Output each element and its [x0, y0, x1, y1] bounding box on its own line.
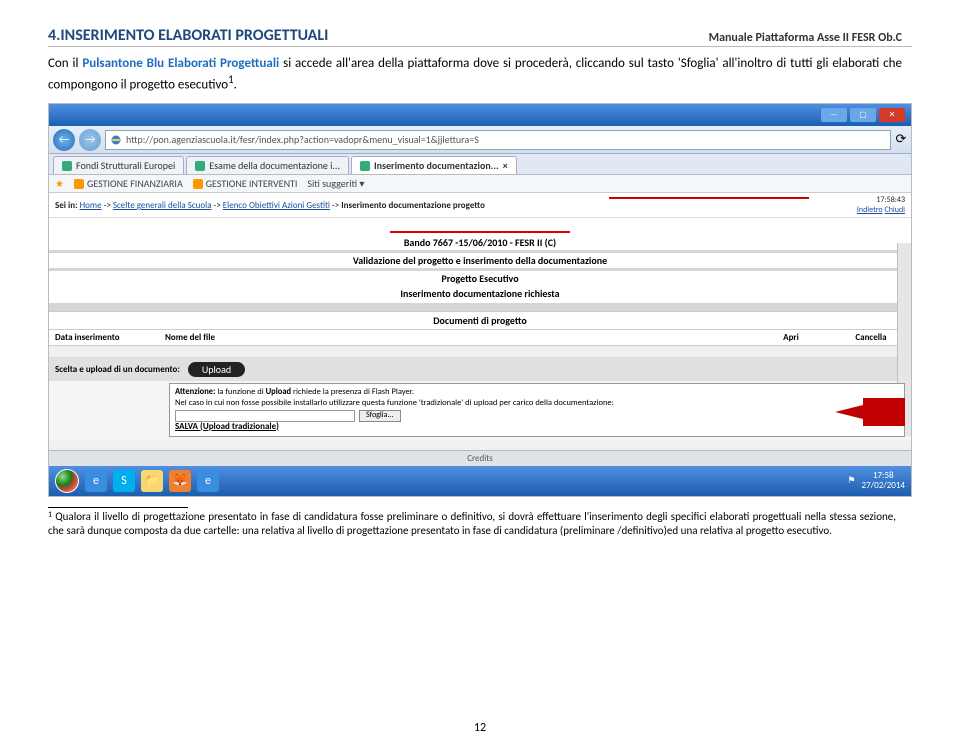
upload-button[interactable]: Upload	[188, 362, 245, 377]
link-indietro[interactable]: Indietro	[857, 205, 883, 215]
arrow-annotation-icon	[830, 398, 910, 426]
forward-button[interactable]: →	[79, 129, 101, 151]
credits-bar: Credits	[49, 450, 911, 466]
start-button[interactable]	[55, 469, 79, 493]
favicon-icon	[195, 161, 205, 171]
tab-label: Esame della documentazione i...	[209, 159, 340, 172]
favicon-icon	[74, 179, 84, 189]
bc-prefix: Sei in:	[55, 200, 78, 211]
footnote: 1 Qualora il livello di progettazione pr…	[48, 510, 896, 539]
windows-taskbar: e S 📁 🦊 e ⚑ 17:58 27/02/2014	[49, 466, 911, 496]
window-titlebar: — ▢ ✕	[49, 104, 911, 126]
bc-scelte[interactable]: Scelte generali della Scuola	[113, 200, 212, 211]
footnote-separator	[48, 507, 188, 508]
upload-label: Scelta e upload di un documento:	[55, 364, 180, 375]
tab-close-icon[interactable]: ×	[503, 159, 508, 172]
screenshot-window: — ▢ ✕ ← → http://pon.agenziascuola.it/fe…	[48, 103, 912, 496]
header-block: Bando 7667 -15/06/2010 - FESR II (C) Val…	[49, 218, 911, 303]
taskbar-explorer-icon[interactable]: 📁	[141, 470, 163, 492]
documents-columns: Data inserimento Nome del file Apri Canc…	[49, 330, 911, 346]
warning-box: Attenzione: la funzione di Upload richie…	[169, 383, 905, 436]
favorites-bar: ★ GESTIONE FINANZIARIA GESTIONE INTERVEN…	[49, 175, 911, 193]
clock-date: 27/02/2014	[862, 481, 905, 491]
tray-flag-icon[interactable]: ⚑	[847, 476, 855, 486]
fav-label: GESTIONE INTERVENTI	[206, 177, 298, 190]
page-number: 12	[0, 721, 960, 735]
txt: la funzione di	[217, 387, 265, 397]
col-apri: Apri	[751, 330, 831, 345]
ie-icon	[110, 134, 122, 146]
col-data: Data inserimento	[49, 330, 159, 345]
fav-toggle-icon[interactable]: ★	[55, 177, 64, 190]
upload-row: Scelta e upload di un documento: Upload	[49, 358, 911, 381]
inserimento-title: Inserimento documentazione richiesta	[49, 286, 911, 301]
taskbar-firefox-icon[interactable]: 🦊	[169, 470, 191, 492]
tab-label: Inserimento documentazion...	[374, 159, 499, 172]
elaborati-label: Elaborati Progettuali	[168, 56, 279, 71]
pulsantone-blu: Pulsantone Blu	[82, 56, 164, 71]
page-content: Sei in: Home-> Scelte generali della Scu…	[49, 193, 911, 465]
documents-header: Documenti di progetto	[49, 311, 911, 330]
txt: Con il	[48, 56, 82, 71]
footnote-text: Qualora il livello di progettazione pres…	[48, 510, 896, 537]
server-time: 17:58:43	[876, 195, 905, 205]
taskbar-ie-icon[interactable]: e	[85, 470, 107, 492]
window-close-button[interactable]: ✕	[879, 108, 905, 122]
bando-title: Bando 7667 -15/06/2010 - FESR II (C)	[49, 235, 911, 250]
address-bar[interactable]: http://pon.agenziascuola.it/fesr/index.p…	[105, 130, 891, 150]
bc-elenco[interactable]: Elenco Obiettivi Azioni Gestiti	[223, 200, 330, 211]
fav-label: Siti suggeriti ▾	[307, 177, 364, 190]
refresh-icon[interactable]: ⟳	[895, 134, 907, 146]
tab-fondi[interactable]: Fondi Strutturali Europei	[53, 156, 184, 174]
favicon-icon	[360, 161, 370, 171]
bc-current: Inserimento documentazione progetto	[341, 200, 485, 211]
txt: .	[234, 77, 237, 92]
fav-label: GESTIONE FINANZIARIA	[87, 177, 183, 190]
salva-link[interactable]: SALVA (Upload tradizionale)	[175, 421, 279, 432]
validazione-title: Validazione del progetto e inserimento d…	[49, 253, 911, 268]
browser-navbar: ← → http://pon.agenziascuola.it/fesr/ind…	[49, 126, 911, 154]
col-nome: Nome del file	[159, 330, 751, 345]
txt: Upload	[266, 387, 292, 397]
browser-tabs: Fondi Strutturali Europei Esame della do…	[49, 154, 911, 175]
txt: richiede la presenza di Flash Player.	[293, 387, 414, 397]
warn-lead: Attenzione:	[175, 387, 215, 397]
window-maximize-button[interactable]: ▢	[850, 108, 876, 122]
manual-header: Manuale Piattaforma Asse II FESR Ob.C	[709, 31, 902, 45]
link-chiudi[interactable]: Chiudi	[884, 205, 905, 215]
fav-gestione-finanziaria[interactable]: GESTIONE FINANZIARIA	[74, 177, 183, 190]
taskbar-skype-icon[interactable]: S	[113, 470, 135, 492]
tab-label: Fondi Strutturali Europei	[76, 159, 175, 172]
favicon-icon	[62, 161, 72, 171]
back-button[interactable]: ←	[53, 129, 75, 151]
progetto-title: Progetto Esecutivo	[49, 271, 911, 286]
favicon-icon	[193, 179, 203, 189]
intro-paragraph: Con il Pulsantone Blu Elaborati Progettu…	[48, 55, 902, 93]
fav-siti-suggeriti[interactable]: Siti suggeriti ▾	[307, 177, 364, 190]
bc-home[interactable]: Home	[80, 200, 102, 211]
fav-gestione-interventi[interactable]: GESTIONE INTERVENTI	[193, 177, 298, 190]
txt: Nel caso in cui non fosse possibile inst…	[175, 398, 614, 408]
redaction-line	[609, 197, 809, 199]
taskbar-clock[interactable]: 17:58 27/02/2014	[862, 471, 905, 491]
url-text: http://pon.agenziascuola.it/fesr/index.p…	[126, 133, 479, 146]
redacted-title	[390, 223, 570, 233]
taskbar-ie-active-icon[interactable]: e	[197, 470, 219, 492]
table-row	[49, 346, 911, 358]
tab-esame[interactable]: Esame della documentazione i...	[186, 156, 349, 174]
window-minimize-button[interactable]: —	[821, 108, 847, 122]
browse-button[interactable]: Sfoglia...	[359, 410, 401, 422]
tab-inserimento[interactable]: Inserimento documentazion... ×	[351, 156, 517, 174]
